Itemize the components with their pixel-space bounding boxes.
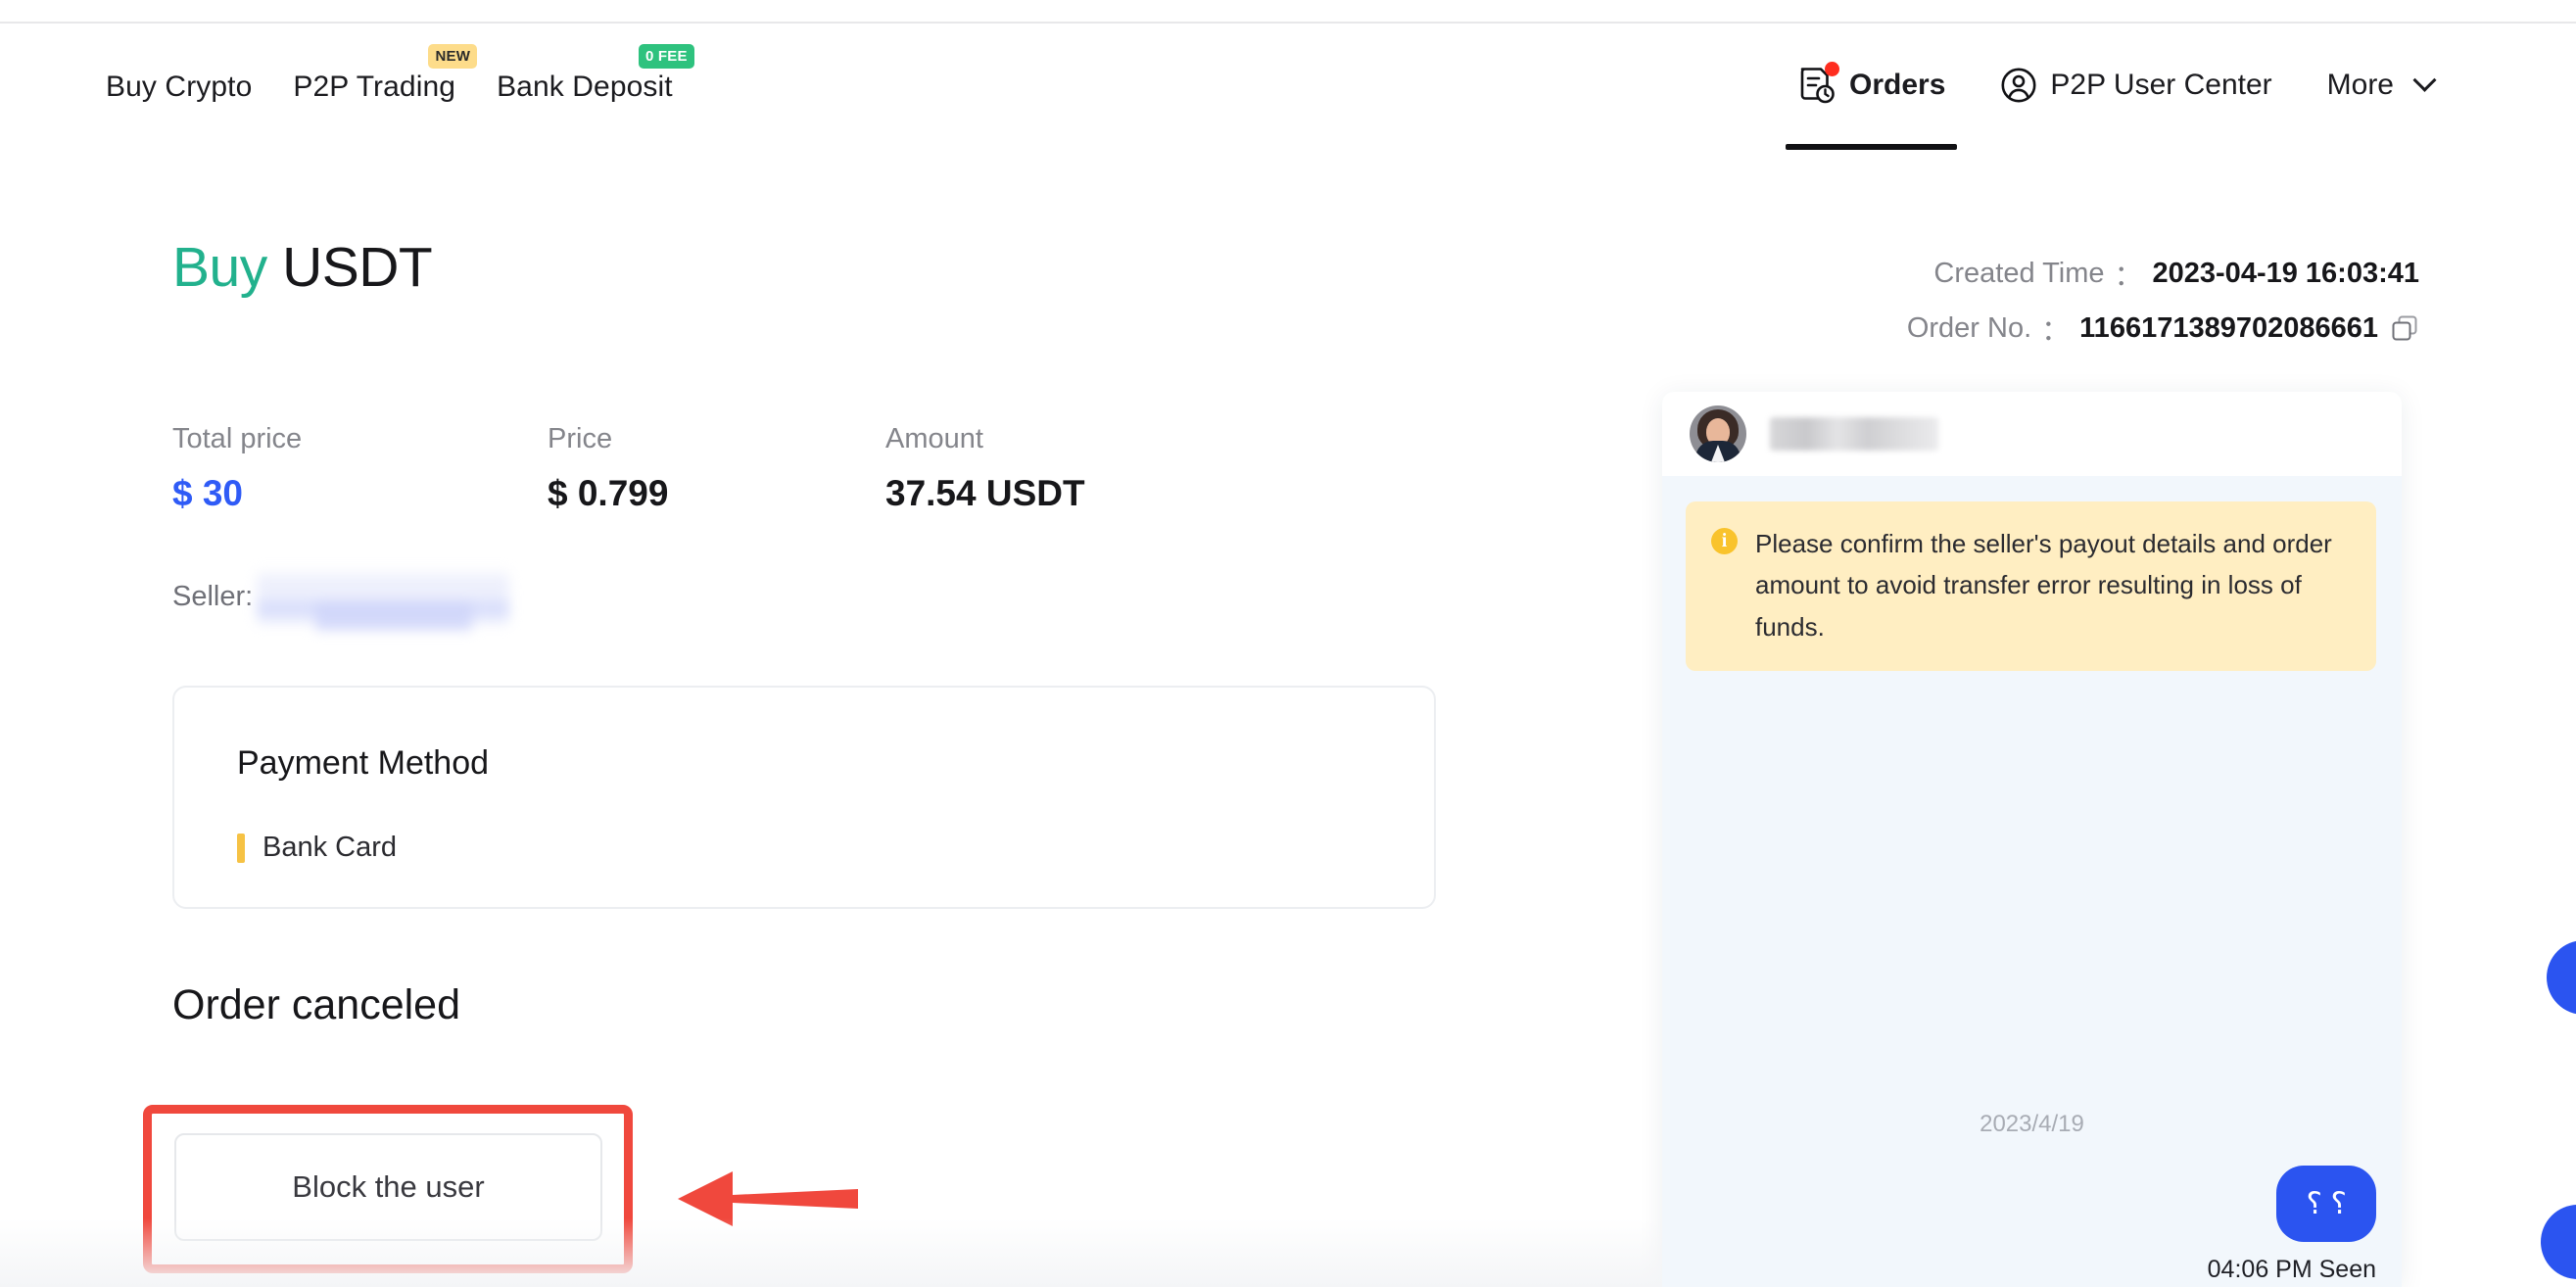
orders-icon [1797, 62, 1840, 106]
payment-method-name: Bank Card [262, 832, 398, 863]
nav-label-orders: Orders [1849, 69, 1946, 101]
seller-label: Seller: [172, 580, 254, 612]
active-tab-underline [1786, 144, 1958, 150]
payment-method-color-marker [237, 833, 245, 863]
floating-action-button-support[interactable] [2547, 940, 2576, 1015]
counterparty-name-redacted [1770, 417, 1938, 451]
created-time-row: Created Time ： 2023-04-19 16:03:41 [1907, 253, 2419, 294]
orders-notification-dot [1825, 62, 1840, 76]
nav-item-more[interactable]: More [2300, 61, 2460, 110]
stat-label: Total price [172, 423, 303, 454]
nav-item-buy-crypto[interactable]: Buy Crypto [106, 71, 293, 104]
nav-item-p2p-user-center[interactable]: P2P User Center [1973, 59, 2299, 112]
stat-value: $ 30 [172, 473, 244, 513]
order-side: Buy [172, 236, 267, 299]
stat-value: $ 0.799 [548, 473, 669, 513]
payout-warning-text: Please confirm the seller's payout detai… [1755, 529, 2332, 642]
stat-amount: Amount 37.54 USDT [885, 423, 1277, 514]
seller-name-redacted [257, 568, 510, 631]
payment-method-card: Payment Method Bank Card [172, 686, 1436, 909]
created-time-label: Created Time [1933, 257, 2105, 289]
nav-label-bank-deposit: Bank Deposit [497, 71, 673, 103]
chat-header [1662, 392, 2402, 476]
payment-method-item[interactable]: Bank Card [237, 832, 397, 864]
nav-label-p2p-trading: P2P Trading [293, 71, 456, 103]
order-header-block: Buy USDT [172, 237, 1446, 299]
order-no-value: 1166171389702086661 [2079, 311, 2378, 344]
nav-item-bank-deposit[interactable]: Bank Deposit 0 FEE [497, 44, 714, 104]
badge-zero-fee: 0 FEE [639, 44, 694, 69]
order-no-row: Order No. ： 1166171389702086661 [1907, 308, 2419, 349]
chevron-down-icon [2412, 68, 2437, 92]
message-status: 04:06 PM Seen [2207, 1256, 2376, 1284]
secondary-nav: Orders P2P User Center More [1770, 57, 2460, 150]
message-bubble[interactable]: ؟ ؟ [2276, 1166, 2376, 1243]
stat-price: Price $ 0.799 [548, 423, 885, 514]
payout-warning-banner: i Please confirm the seller's payout det… [1686, 501, 2376, 672]
site-header: Buy Crypto P2P Trading NEW Bank Deposit … [0, 24, 2576, 153]
created-time-value: 2023-04-19 16:03:41 [2152, 257, 2419, 289]
chat-panel: i Please confirm the seller's payout det… [1662, 392, 2402, 1287]
p2p-order-detail-page: Buy Crypto P2P Trading NEW Bank Deposit … [0, 0, 2576, 1287]
page-title: Buy USDT [172, 237, 1446, 299]
order-status-title: Order canceled [172, 981, 460, 1028]
nav-label-buy-crypto: Buy Crypto [106, 71, 253, 103]
primary-nav: Buy Crypto P2P Trading NEW Bank Deposit … [106, 44, 714, 104]
floating-action-button-chat[interactable] [2541, 1205, 2576, 1279]
order-no-label: Order No. [1906, 311, 2032, 344]
order-asset: USDT [282, 236, 433, 299]
order-stats: Total price $ 30 Price $ 0.799 Amount 37… [172, 423, 1277, 514]
info-icon: i [1711, 528, 1738, 554]
stat-total-price: Total price $ 30 [172, 423, 548, 514]
payment-method-title: Payment Method [237, 744, 490, 782]
chat-message-outgoing: ؟ ؟ 04:06 PM Seen [2208, 1166, 2376, 1284]
user-circle-icon [2000, 67, 2037, 104]
chat-date-divider: 2023/4/19 [1980, 1111, 2084, 1137]
block-user-button[interactable]: Block the user [174, 1133, 602, 1241]
meta-separator: ： [2114, 261, 2143, 292]
nav-label-p2p-user-center: P2P User Center [2050, 69, 2272, 101]
badge-new: NEW [428, 44, 478, 69]
order-meta: Created Time ： 2023-04-19 16:03:41 Order… [1907, 253, 2419, 362]
avatar [1690, 405, 1746, 462]
stat-label: Price [548, 423, 613, 454]
seller-row: Seller: [172, 568, 510, 631]
meta-separator: ： [2041, 315, 2071, 347]
copy-icon[interactable] [2390, 313, 2419, 343]
stat-label: Amount [885, 423, 983, 454]
nav-label-more: More [2326, 69, 2394, 101]
annotation-arrow-icon [674, 1166, 858, 1232]
nav-item-orders[interactable]: Orders [1770, 57, 1973, 150]
nav-item-p2p-trading[interactable]: P2P Trading NEW [293, 44, 497, 104]
stat-value: 37.54 USDT [885, 473, 1085, 513]
